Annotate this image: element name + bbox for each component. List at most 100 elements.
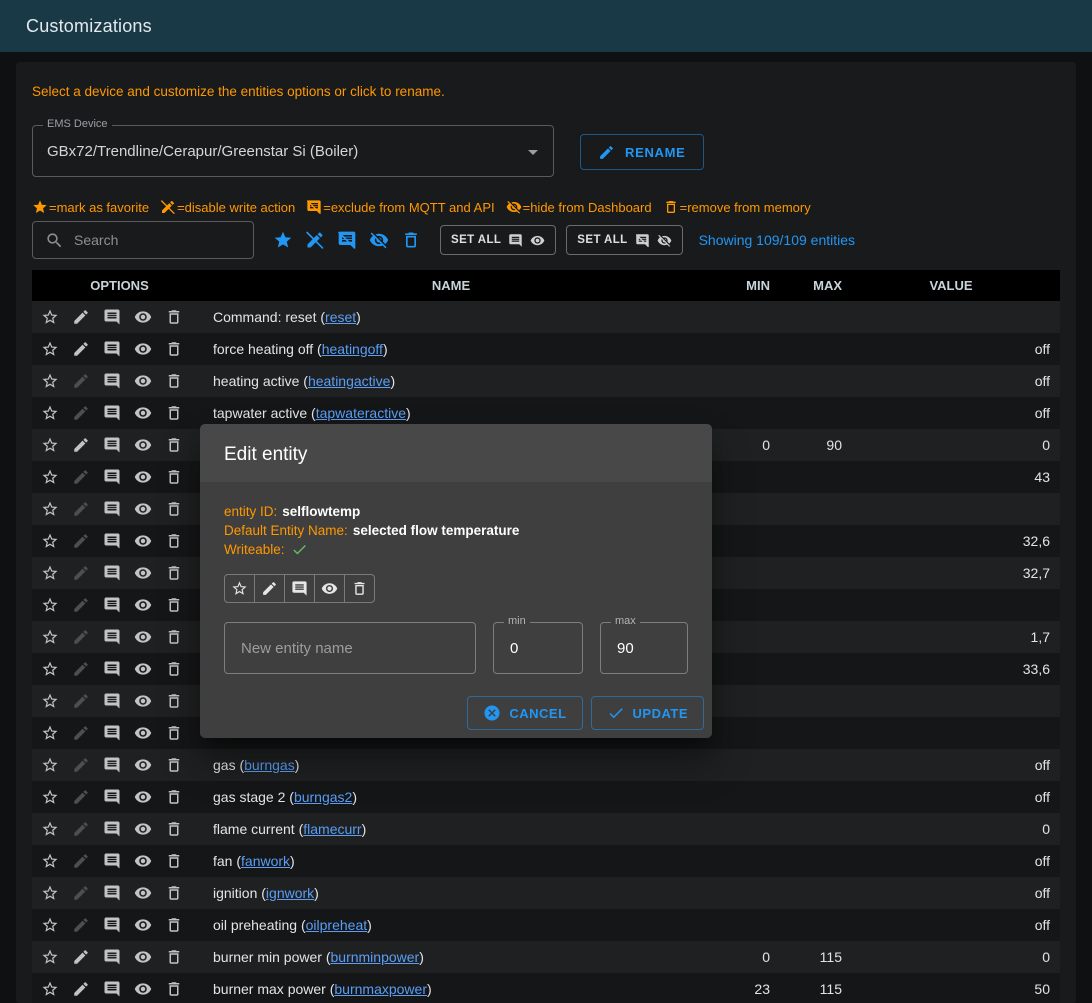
comment-icon[interactable] bbox=[103, 916, 121, 934]
visibility-icon[interactable] bbox=[134, 756, 152, 774]
search-input[interactable] bbox=[72, 231, 241, 249]
visibility-icon[interactable] bbox=[134, 372, 152, 390]
visibility-icon[interactable] bbox=[134, 660, 152, 678]
table-row[interactable]: ignition (ignwork)off bbox=[32, 877, 1060, 909]
entity-code-link[interactable]: fanwork bbox=[241, 853, 290, 869]
edit-icon[interactable] bbox=[72, 404, 90, 422]
comment-icon[interactable] bbox=[103, 404, 121, 422]
cancel-button[interactable]: CANCEL bbox=[467, 696, 582, 730]
visibility-icon[interactable] bbox=[134, 724, 152, 742]
delete-icon[interactable] bbox=[165, 596, 183, 614]
comment-icon[interactable] bbox=[103, 724, 121, 742]
edit-off-filter-button[interactable] bbox=[300, 225, 330, 255]
delete-toggle-button[interactable] bbox=[344, 574, 375, 603]
visibility-icon[interactable] bbox=[134, 820, 152, 838]
table-row[interactable]: gas (burngas)off bbox=[32, 749, 1060, 781]
comment-icon[interactable] bbox=[103, 756, 121, 774]
comment-icon[interactable] bbox=[103, 980, 121, 998]
table-row[interactable]: force heating off (heatingoff)off bbox=[32, 333, 1060, 365]
visibility-icon[interactable] bbox=[134, 788, 152, 806]
star-icon[interactable] bbox=[41, 948, 59, 966]
delete-icon[interactable] bbox=[165, 340, 183, 358]
table-row[interactable]: burner min power (burnminpower)01150 bbox=[32, 941, 1060, 973]
star-icon[interactable] bbox=[41, 820, 59, 838]
delete-icon[interactable] bbox=[165, 404, 183, 422]
star-icon[interactable] bbox=[41, 596, 59, 614]
star-icon[interactable] bbox=[41, 724, 59, 742]
delete-icon[interactable] bbox=[165, 308, 183, 326]
comment-toggle-button[interactable] bbox=[284, 574, 315, 603]
visibility-icon[interactable] bbox=[134, 500, 152, 518]
comment-icon[interactable] bbox=[103, 692, 121, 710]
edit-icon[interactable] bbox=[72, 820, 90, 838]
entity-code-link[interactable]: burnminpower bbox=[331, 949, 420, 965]
comment-icon[interactable] bbox=[103, 340, 121, 358]
comment-icon[interactable] bbox=[103, 660, 121, 678]
delete-icon[interactable] bbox=[165, 916, 183, 934]
edit-icon[interactable] bbox=[72, 948, 90, 966]
set-all-button-2[interactable]: SET ALL bbox=[566, 225, 682, 255]
delete-icon[interactable] bbox=[165, 756, 183, 774]
update-button[interactable]: UPDATE bbox=[591, 696, 704, 730]
delete-icon[interactable] bbox=[165, 948, 183, 966]
delete-icon[interactable] bbox=[165, 788, 183, 806]
star-filled-filter-button[interactable] bbox=[268, 225, 298, 255]
visibility-icon[interactable] bbox=[134, 532, 152, 550]
delete-icon[interactable] bbox=[165, 532, 183, 550]
delete-icon[interactable] bbox=[165, 724, 183, 742]
edit-icon[interactable] bbox=[72, 980, 90, 998]
new-entity-name-input[interactable] bbox=[239, 639, 461, 658]
entity-code-link[interactable]: reset bbox=[325, 309, 356, 325]
table-row[interactable]: burner max power (burnmaxpower)2311550 bbox=[32, 973, 1060, 1003]
comment-icon[interactable] bbox=[103, 820, 121, 838]
delete-icon[interactable] bbox=[165, 564, 183, 582]
edit-icon[interactable] bbox=[72, 884, 90, 902]
edit-icon[interactable] bbox=[72, 468, 90, 486]
comment-icon[interactable] bbox=[103, 884, 121, 902]
search-field[interactable] bbox=[32, 221, 254, 259]
star-icon[interactable] bbox=[41, 468, 59, 486]
star-icon[interactable] bbox=[41, 788, 59, 806]
edit-icon[interactable] bbox=[72, 436, 90, 454]
edit-icon[interactable] bbox=[72, 532, 90, 550]
delete-icon[interactable] bbox=[165, 468, 183, 486]
comment-icon[interactable] bbox=[103, 308, 121, 326]
max-field[interactable]: max bbox=[600, 622, 688, 674]
visibility-icon[interactable] bbox=[134, 884, 152, 902]
star-icon[interactable] bbox=[41, 436, 59, 454]
table-row[interactable]: oil preheating (oilpreheat)off bbox=[32, 909, 1060, 941]
edit-toggle-button[interactable] bbox=[254, 574, 285, 603]
star-icon[interactable] bbox=[41, 404, 59, 422]
star-icon[interactable] bbox=[41, 884, 59, 902]
visibility-icon[interactable] bbox=[134, 852, 152, 870]
table-row[interactable]: heating active (heatingactive)off bbox=[32, 365, 1060, 397]
delete-icon[interactable] bbox=[165, 660, 183, 678]
delete-icon[interactable] bbox=[165, 436, 183, 454]
delete-icon[interactable] bbox=[165, 628, 183, 646]
set-all-button-1[interactable]: SET ALL bbox=[440, 225, 556, 255]
entity-code-link[interactable]: flamecurr bbox=[303, 821, 361, 837]
star-icon[interactable] bbox=[41, 532, 59, 550]
edit-icon[interactable] bbox=[72, 852, 90, 870]
visibility-icon[interactable] bbox=[134, 564, 152, 582]
star-icon[interactable] bbox=[41, 500, 59, 518]
visibility-icon[interactable] bbox=[134, 628, 152, 646]
delete-icon[interactable] bbox=[165, 980, 183, 998]
table-row[interactable]: gas stage 2 (burngas2)off bbox=[32, 781, 1060, 813]
edit-icon[interactable] bbox=[72, 788, 90, 806]
comment-icon[interactable] bbox=[103, 372, 121, 390]
comment-icon[interactable] bbox=[103, 564, 121, 582]
edit-icon[interactable] bbox=[72, 628, 90, 646]
visibility-off-filter-button[interactable] bbox=[364, 225, 394, 255]
star-icon[interactable] bbox=[41, 340, 59, 358]
star-icon[interactable] bbox=[41, 980, 59, 998]
new-entity-name-field[interactable] bbox=[224, 622, 476, 674]
edit-icon[interactable] bbox=[72, 596, 90, 614]
min-input[interactable] bbox=[508, 639, 568, 658]
star-icon[interactable] bbox=[41, 692, 59, 710]
edit-icon[interactable] bbox=[72, 692, 90, 710]
visibility-toggle-button[interactable] bbox=[314, 574, 345, 603]
star-icon[interactable] bbox=[41, 756, 59, 774]
visibility-icon[interactable] bbox=[134, 308, 152, 326]
comment-icon[interactable] bbox=[103, 628, 121, 646]
